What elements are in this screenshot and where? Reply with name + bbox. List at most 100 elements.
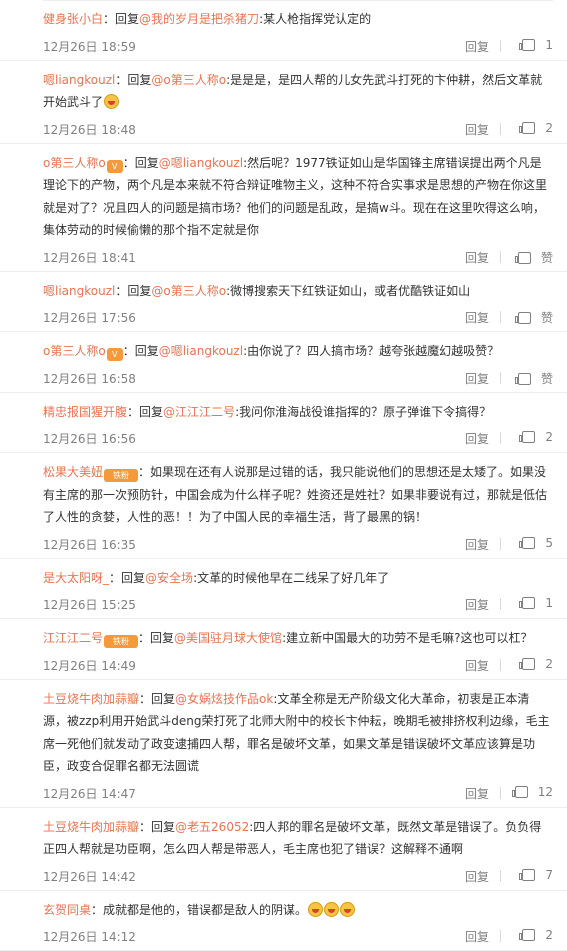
comment-author[interactable]: 玄贺同桌 xyxy=(43,903,91,917)
thumbs-up-icon xyxy=(522,869,535,881)
comment-author[interactable]: o第三人称o xyxy=(43,344,106,358)
comment-time: 12月26日 16:56 xyxy=(43,430,136,447)
reply-button[interactable]: 回复 xyxy=(465,38,489,55)
mention-link[interactable]: @嗯liangkouzl xyxy=(159,344,243,358)
comment-text: 松果大美妞铁粉：如果现在还有人说那是过错的话，我只能说他们的思想还是太矮了。如果… xyxy=(43,461,553,529)
reply-button[interactable]: 回复 xyxy=(465,868,489,885)
mention-link[interactable]: @江江江二号 xyxy=(163,405,235,419)
mention-link[interactable]: @安全场 xyxy=(145,571,193,585)
reply-button[interactable]: 回复 xyxy=(465,370,489,387)
comment-time: 12月26日 14:12 xyxy=(43,928,136,945)
reply-button[interactable]: 回复 xyxy=(465,785,489,802)
like-button[interactable]: 2 xyxy=(507,657,553,671)
fan-badge-icon: 铁粉 xyxy=(104,469,138,482)
comment-author[interactable]: 精忠报国猩开腹 xyxy=(43,405,127,419)
comment-meta: 12月26日 18:59 回复 1 xyxy=(43,31,553,60)
like-button[interactable]: 赞 xyxy=(507,370,553,387)
like-count: 赞 xyxy=(541,311,553,325)
reply-button[interactable]: 回复 xyxy=(465,928,489,945)
like-button[interactable]: 2 xyxy=(507,121,553,135)
reply-word: 回复 xyxy=(151,820,175,834)
reply-word: 回复 xyxy=(115,12,139,26)
comment-author[interactable]: 嗯liangkouzl xyxy=(43,284,115,298)
mention-link[interactable]: @我的岁月是把杀猪刀 xyxy=(139,12,259,26)
comment-text: 健身张小白：回复@我的岁月是把杀猪刀:某人枪指挥党认定的 xyxy=(43,8,553,31)
like-count: 2 xyxy=(545,430,553,444)
like-button[interactable]: 1 xyxy=(507,596,553,610)
vip-badge-icon: V xyxy=(107,160,123,173)
comment-meta: 12月26日 18:41 回复 赞 xyxy=(43,242,553,271)
mention-link[interactable]: @老五26052 xyxy=(175,820,249,834)
mention-link[interactable]: @o第三人称o xyxy=(151,284,226,298)
comment-item: 江江江二号铁粉：回复@美国驻月球大使馆:建立新中国最大的功劳不是毛嘛?这也可以杠… xyxy=(0,619,567,680)
comment-text: 土豆烧牛肉加蒜瓣：回复@老五26052:四人邦的罪名是破坏文革，既然文革是错误了… xyxy=(43,816,553,861)
thumbs-up-icon xyxy=(522,39,535,51)
like-button[interactable]: 2 xyxy=(507,430,553,444)
reply-button[interactable]: 回复 xyxy=(465,596,489,613)
comment-author[interactable]: 土豆烧牛肉加蒜瓣 xyxy=(43,820,139,834)
comment-item: 土豆烧牛肉加蒜瓣：回复@女娲炫技作品ok:文革全称是无产阶级文化大革命，初衷是正… xyxy=(0,680,567,808)
comment-time: 12月26日 18:48 xyxy=(43,121,136,138)
comment-item: 精忠报国猩开腹：回复@江江江二号:我问你淮海战役谁指挥的？原子弹谁下令搞得？ 1… xyxy=(0,393,567,454)
comment-item: 健身张小白：回复@我的岁月是把杀猪刀:某人枪指挥党认定的 12月26日 18:5… xyxy=(0,0,567,61)
mention-link[interactable]: @嗯liangkouzl xyxy=(159,156,243,170)
reply-button[interactable]: 回复 xyxy=(465,121,489,138)
like-button[interactable]: 1 xyxy=(507,38,553,52)
laugh-emoji-icon xyxy=(104,94,119,109)
thumbs-up-icon xyxy=(518,373,531,385)
comment-time: 12月26日 14:49 xyxy=(43,657,136,674)
reply-word: 回复 xyxy=(150,631,174,645)
laugh-emoji-icon xyxy=(324,902,339,917)
divider xyxy=(500,372,501,384)
mention-link[interactable]: @o第三人称o xyxy=(151,73,226,87)
comment-author[interactable]: 江江江二号 xyxy=(43,631,103,645)
thumbs-up-icon xyxy=(522,431,535,443)
like-button[interactable]: 12 xyxy=(507,785,553,799)
comment-author[interactable]: 嗯liangkouzl xyxy=(43,73,115,87)
like-count: 赞 xyxy=(541,251,553,265)
comment-text: 土豆烧牛肉加蒜瓣：回复@女娲炫技作品ok:文革全称是无产阶级文化大革命，初衷是正… xyxy=(43,688,553,778)
comment-item: 嗯liangkouzl：回复@o第三人称o:微博搜索天下红铁证如山，或者优酷铁证… xyxy=(0,272,567,333)
like-button[interactable]: 赞 xyxy=(507,249,553,266)
reply-button[interactable]: 回复 xyxy=(465,249,489,266)
laugh-emoji-icon xyxy=(340,902,355,917)
fan-badge-icon: 铁粉 xyxy=(104,635,138,648)
comment-text: 精忠报国猩开腹：回复@江江江二号:我问你淮海战役谁指挥的？原子弹谁下令搞得？ xyxy=(43,401,553,424)
comment-author[interactable]: o第三人称o xyxy=(43,156,106,170)
comment-author[interactable]: 土豆烧牛肉加蒜瓣 xyxy=(43,692,139,706)
comment-text: 嗯liangkouzl：回复@o第三人称o:微博搜索天下红铁证如山，或者优酷铁证… xyxy=(43,280,553,303)
reply-button[interactable]: 回复 xyxy=(465,430,489,447)
reply-word: 回复 xyxy=(135,344,159,358)
thumbs-up-icon xyxy=(522,597,535,609)
thumbs-up-icon xyxy=(522,658,535,670)
reply-button[interactable]: 回复 xyxy=(465,657,489,674)
comment-author[interactable]: 松果大美妞 xyxy=(43,465,103,479)
comment-time: 12月26日 15:25 xyxy=(43,596,136,613)
reply-button[interactable]: 回复 xyxy=(465,309,489,326)
thumbs-up-icon xyxy=(522,537,535,549)
reply-button[interactable]: 回复 xyxy=(465,536,489,553)
reply-word: 回复 xyxy=(135,156,159,170)
mention-link[interactable]: @女娲炫技作品ok xyxy=(175,692,273,706)
divider xyxy=(500,930,501,942)
comment-time: 12月26日 16:35 xyxy=(43,536,136,553)
like-count: 5 xyxy=(545,536,553,550)
comment-meta: 12月26日 18:48 回复 2 xyxy=(43,114,553,143)
like-button[interactable]: 2 xyxy=(507,928,553,942)
like-button[interactable]: 赞 xyxy=(507,309,553,326)
like-count: 赞 xyxy=(541,372,553,386)
like-button[interactable]: 5 xyxy=(507,536,553,550)
comment-item: 松果大美妞铁粉：如果现在还有人说那是过错的话，我只能说他们的思想还是太矮了。如果… xyxy=(0,453,567,559)
divider xyxy=(500,787,501,799)
comment-content: :建立新中国最大的功劳不是毛嘛?这也可以杠？ xyxy=(282,631,532,645)
comment-text: o第三人称oV：回复@嗯liangkouzl:然后呢？1977铁证如山是华国锋主… xyxy=(43,152,553,242)
comment-content: :由你说了？四人搞市场？越夸张越魔幻越吸赞？ xyxy=(243,344,499,358)
mention-link[interactable]: @美国驻月球大使馆 xyxy=(174,631,282,645)
comment-author[interactable]: 是大太阳呀_ xyxy=(43,571,109,585)
comment-author[interactable]: 健身张小白 xyxy=(43,12,103,26)
comment-meta: 12月26日 14:12 回复 2 xyxy=(43,921,553,950)
comment-time: 12月26日 18:59 xyxy=(43,38,136,55)
like-button[interactable]: 7 xyxy=(507,868,553,882)
divider xyxy=(500,123,501,135)
divider xyxy=(500,311,501,323)
